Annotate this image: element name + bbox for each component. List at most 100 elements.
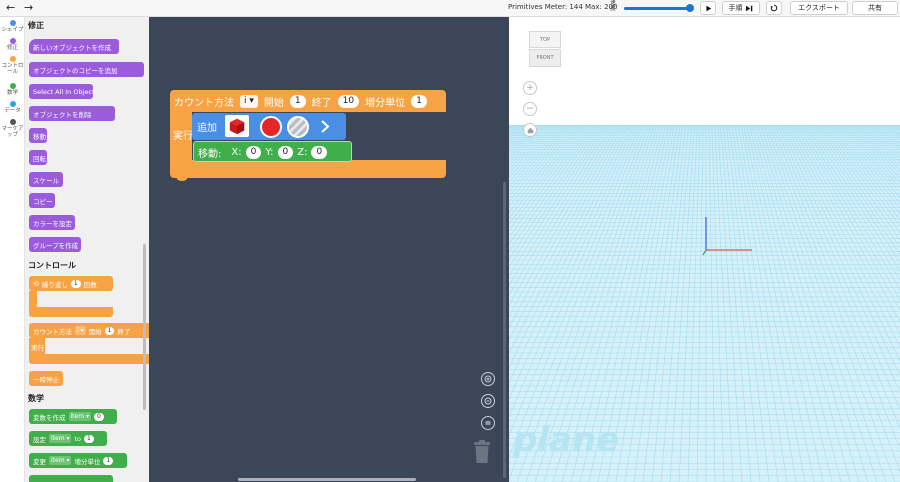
dropdown-value: item — [51, 457, 65, 464]
value-pill[interactable]: 1 — [103, 456, 114, 465]
workspace-add-block[interactable]: 追加 — [192, 113, 346, 140]
palette-block-math-partial[interactable] — [29, 475, 113, 482]
block-label: グループを作成 — [33, 241, 79, 250]
palette-scrollbar[interactable] — [143, 244, 146, 410]
step-value-pill[interactable]: 1 — [411, 95, 427, 108]
workspace-vertical-scrollbar[interactable] — [503, 182, 506, 478]
step-button[interactable]: 手順 — [722, 1, 760, 15]
palette-block-rotate[interactable]: 回転 — [29, 150, 47, 165]
speed-slider[interactable] — [624, 7, 690, 10]
reset-icon — [770, 4, 778, 12]
plus-icon[interactable]: + — [523, 81, 537, 95]
home-icon[interactable] — [523, 123, 537, 137]
step-label: 増分単位 — [365, 98, 406, 109]
palette-block-scale[interactable]: スケール — [29, 172, 63, 187]
variable-dropdown[interactable]: item ▾ — [49, 434, 72, 443]
count-var-dropdown[interactable]: i ▾ — [240, 95, 258, 108]
palette-block-create-variable[interactable]: 変数を作成 item ▾ 0 — [29, 409, 117, 424]
category-shapes[interactable]: シェイプ — [0, 20, 25, 33]
block-label: Select All In Object — [33, 87, 95, 96]
section-title-control: コントロール — [28, 261, 76, 270]
play-button[interactable] — [700, 1, 716, 15]
zoom-reset-icon[interactable] — [481, 416, 495, 430]
palette-block-change[interactable]: 変更 item ▾ 増分単位 1 — [29, 453, 127, 468]
category-rail: シェイプ 修正 コントロール 数学 データ マーケアップ — [0, 17, 25, 482]
share-button[interactable]: 共有 — [852, 1, 898, 15]
add-label: 追加 — [197, 123, 217, 134]
red-color-swatch-icon[interactable] — [260, 116, 282, 138]
from-label: 開始 — [263, 98, 284, 109]
from-value-pill[interactable]: 1 — [289, 95, 306, 108]
view-cube-front[interactable]: FRONT — [529, 49, 561, 67]
chevron-right-icon[interactable] — [319, 119, 331, 134]
z-value-pill[interactable]: 0 — [311, 146, 328, 159]
repeat-count-pill[interactable]: 1 — [70, 279, 81, 288]
workspace-move-block[interactable]: 移動: X: 0 Y: 0 Z: 0 — [193, 141, 352, 162]
category-control[interactable]: コントロール — [0, 56, 25, 75]
block-label: 開始 — [88, 327, 102, 336]
count-with-c-foot — [29, 354, 149, 364]
zoom-in-icon[interactable] — [481, 372, 495, 386]
palette-block-count-with[interactable]: カウント方法 i ▾ 開始 1 終了 実行 — [29, 323, 149, 365]
category-color-dot — [9, 83, 16, 89]
variable-dropdown[interactable]: item ▾ — [49, 456, 72, 465]
x-value-pill[interactable]: 0 — [245, 146, 262, 159]
count-with-c-foot — [170, 160, 446, 178]
export-button[interactable]: エクスポート — [790, 1, 848, 15]
palette-block-copy[interactable]: コピー — [29, 193, 55, 208]
category-label: 数学 — [6, 90, 18, 96]
palette-block-repeat[interactable]: ⟲ 繰り返し 1 回数 — [29, 276, 113, 318]
count-var-dropdown[interactable]: i ▾ — [75, 326, 86, 335]
palette-block-create-group[interactable]: グループを作成 — [29, 237, 81, 252]
palette-block-add-copy[interactable]: オブジェクトのコピーを追加 — [29, 62, 144, 77]
view-cube[interactable]: TOP FRONT — [529, 31, 561, 67]
undo-arrow-icon[interactable]: ← — [6, 1, 15, 15]
zoom-out-icon[interactable] — [481, 394, 495, 408]
reset-button[interactable] — [766, 1, 782, 15]
palette-block-pause[interactable]: 一時停止 — [29, 371, 63, 386]
viewport-3d[interactable]: TOP FRONT + − plane — [509, 17, 900, 482]
play-icon — [705, 5, 711, 11]
block-label: 移動 — [33, 132, 46, 141]
home-glyph — [527, 127, 533, 133]
palette-block-select-all[interactable]: Select All In Object — [29, 84, 95, 99]
zoom-out-glyph — [484, 397, 492, 405]
section-title-math: 数学 — [28, 394, 44, 403]
repeat-icon: ⟲ — [33, 279, 39, 288]
x-label: X: — [231, 147, 242, 158]
category-color-dot — [9, 38, 16, 44]
value-pill[interactable]: 1 — [84, 434, 94, 443]
palette-block-move[interactable]: 移動 — [29, 128, 47, 143]
repeat-c-foot — [29, 307, 113, 317]
count-from-pill[interactable]: 1 — [104, 326, 115, 335]
block-label: オブジェクトを削除 — [33, 110, 92, 119]
category-modify[interactable]: 修正 — [0, 38, 25, 51]
category-markup[interactable]: マーケアップ — [0, 119, 25, 138]
workspace-horizontal-scrollbar[interactable] — [238, 478, 416, 481]
dropdown-value: i — [244, 96, 247, 106]
to-value-pill[interactable]: 10 — [337, 95, 360, 108]
value-pill[interactable]: 0 — [93, 412, 104, 421]
category-label: シェイプ — [1, 27, 24, 33]
speed-slider-thumb[interactable] — [686, 4, 694, 12]
view-cube-top[interactable]: TOP — [529, 31, 561, 48]
palette-block-set-color[interactable]: カラーを設定 — [29, 215, 75, 230]
redo-arrow-icon[interactable]: → — [24, 1, 33, 15]
z-label: Z: — [297, 147, 308, 158]
block-workspace[interactable] — [149, 17, 509, 482]
category-color-dot — [9, 101, 16, 107]
striped-material-icon[interactable] — [287, 116, 309, 138]
category-data[interactable]: データ — [0, 101, 25, 114]
palette-block-delete-object[interactable]: オブジェクトを削除 — [29, 106, 115, 121]
minus-icon[interactable]: − — [523, 102, 537, 116]
palette-block-set[interactable]: 設定 item ▾ to 1 — [29, 431, 107, 446]
palette-block-create-object[interactable]: 新しいオブジェクトを作成 — [29, 39, 119, 54]
variable-dropdown[interactable]: item ▾ — [68, 412, 91, 421]
to-label: 終了 — [311, 98, 332, 109]
y-label: Y: — [265, 147, 274, 158]
section-title-modify: 修正 — [28, 21, 44, 30]
shape-selector[interactable] — [225, 115, 249, 137]
y-value-pill[interactable]: 0 — [277, 146, 294, 159]
category-math[interactable]: 数学 — [0, 83, 25, 96]
trash-icon[interactable] — [473, 440, 491, 464]
